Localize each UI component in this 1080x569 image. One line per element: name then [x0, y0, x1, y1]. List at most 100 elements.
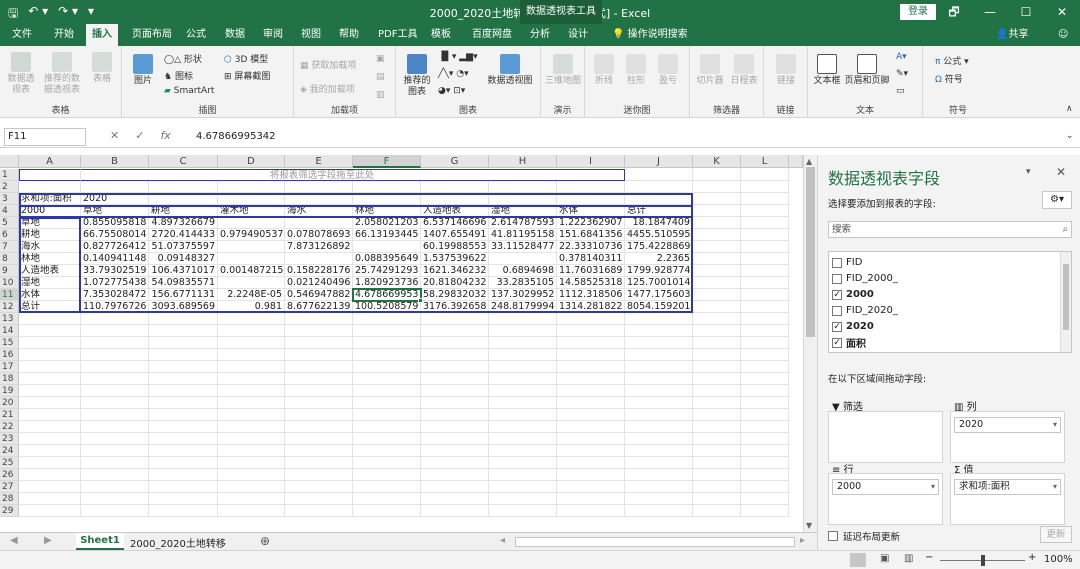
- picture-button[interactable]: 图片: [130, 54, 156, 87]
- select-all-corner[interactable]: [0, 155, 19, 168]
- column-header-L[interactable]: L: [741, 155, 789, 168]
- cell[interactable]: [149, 505, 218, 517]
- report-filter-drop-area[interactable]: 将报表筛选字段拖至此处: [19, 169, 625, 181]
- cell[interactable]: [421, 373, 489, 385]
- redo-icon[interactable]: ↷ ▾: [58, 4, 78, 25]
- slicer-button[interactable]: 切片器: [694, 54, 726, 87]
- cell[interactable]: [693, 253, 741, 265]
- cell[interactable]: [693, 193, 741, 205]
- column-header-H[interactable]: H: [489, 155, 557, 168]
- cell[interactable]: [285, 337, 353, 349]
- cell[interactable]: [421, 421, 489, 433]
- cell[interactable]: [149, 313, 218, 325]
- cell[interactable]: [625, 337, 693, 349]
- shapes-button[interactable]: ◯△ 形状: [164, 52, 202, 65]
- cell[interactable]: [218, 193, 285, 205]
- row-header-13[interactable]: 13: [0, 313, 19, 325]
- cell[interactable]: [81, 385, 149, 397]
- cell[interactable]: [693, 337, 741, 349]
- bing-maps-icon[interactable]: ▣: [376, 54, 385, 64]
- pivot-column-field[interactable]: 2020: [81, 193, 149, 205]
- values-zone[interactable]: 求和项:面积 ▾: [950, 473, 1065, 525]
- cell[interactable]: [741, 229, 789, 241]
- row-header-27[interactable]: 27: [0, 481, 19, 493]
- hscroll-left-icon[interactable]: ◂: [500, 535, 505, 546]
- cell[interactable]: [557, 493, 625, 505]
- save-icon[interactable]: 🖫: [8, 4, 18, 25]
- pivot-row-label[interactable]: 林地: [19, 253, 81, 265]
- cell[interactable]: [741, 493, 789, 505]
- pivot-value-cell[interactable]: 0.979490537: [218, 229, 285, 241]
- pivot-value-cell[interactable]: 8054.159201: [625, 301, 693, 313]
- cell[interactable]: [557, 313, 625, 325]
- pivot-value-cell[interactable]: 1.537539622: [421, 253, 489, 265]
- pivot-value-cell[interactable]: 20.81804232: [421, 277, 489, 289]
- cell[interactable]: [353, 385, 421, 397]
- cancel-icon[interactable]: ✕: [110, 129, 119, 142]
- cell[interactable]: [218, 433, 285, 445]
- pivot-column-header[interactable]: 林地: [353, 205, 421, 217]
- pivot-value-cell[interactable]: 1314.281822: [557, 301, 625, 313]
- sparkline-column-button[interactable]: 柱形: [621, 54, 651, 87]
- pivot-row-label[interactable]: 湿地: [19, 277, 81, 289]
- cell[interactable]: [19, 337, 81, 349]
- cell[interactable]: [218, 385, 285, 397]
- hscroll-right-icon[interactable]: ▸: [800, 535, 805, 546]
- cell[interactable]: [149, 385, 218, 397]
- cell[interactable]: [353, 421, 421, 433]
- pivot-column-header[interactable]: 人造地表: [421, 205, 489, 217]
- cell[interactable]: [489, 349, 557, 361]
- column-header-B[interactable]: B: [81, 155, 149, 168]
- signature-icon[interactable]: ✎▾: [896, 69, 908, 79]
- pivot-value-cell[interactable]: 3093.689569: [149, 301, 218, 313]
- row-header-25[interactable]: 25: [0, 457, 19, 469]
- cell[interactable]: [693, 373, 741, 385]
- row-header-21[interactable]: 21: [0, 409, 19, 421]
- expand-formula-icon[interactable]: ⌄: [1066, 131, 1074, 141]
- cell[interactable]: [19, 409, 81, 421]
- header-footer-button[interactable]: 页眉和页脚: [844, 54, 890, 87]
- cell[interactable]: [353, 373, 421, 385]
- pivot-column-header[interactable]: 草地: [81, 205, 149, 217]
- cell[interactable]: [489, 505, 557, 517]
- tab-design[interactable]: 设计: [562, 24, 594, 46]
- cell[interactable]: [421, 493, 489, 505]
- cell[interactable]: [557, 373, 625, 385]
- pivot-value-cell[interactable]: 106.4371017: [149, 265, 218, 277]
- cell[interactable]: [81, 313, 149, 325]
- cell[interactable]: [625, 493, 693, 505]
- row-header-16[interactable]: 16: [0, 349, 19, 361]
- share-button[interactable]: 👤共享: [990, 24, 1034, 46]
- sheet-next-icon[interactable]: ▶: [44, 535, 52, 546]
- pivot-value-cell[interactable]: 33.2835105: [489, 277, 557, 289]
- cell[interactable]: [625, 481, 693, 493]
- tab-baidu[interactable]: 百度网盘: [466, 24, 518, 46]
- field-item[interactable]: FID: [832, 255, 862, 270]
- worksheet-grid[interactable]: A B C D E F G H I J K L 1 2 3 4 5 6 7 8 9 10 11 12 13 14 15 16 17 18 1…: [0, 155, 803, 532]
- cell[interactable]: [741, 217, 789, 229]
- tab-template[interactable]: 模板: [425, 24, 457, 46]
- pivot-value-cell[interactable]: 0.855095818: [81, 217, 149, 229]
- field-checkbox[interactable]: ✓: [832, 337, 842, 348]
- cell[interactable]: [741, 457, 789, 469]
- field-item[interactable]: FID_2000_: [832, 271, 898, 286]
- sparkline-line-button[interactable]: 折线: [589, 54, 619, 87]
- row-header-2[interactable]: 2: [0, 181, 19, 193]
- pivot-value-cell[interactable]: 18.1847409: [625, 217, 693, 229]
- cell[interactable]: [19, 313, 81, 325]
- cell[interactable]: [218, 421, 285, 433]
- icons-button[interactable]: ♞ 图标: [164, 69, 193, 82]
- cell[interactable]: [149, 469, 218, 481]
- cell[interactable]: [421, 409, 489, 421]
- pivot-value-cell[interactable]: 248.8179994: [489, 301, 557, 313]
- cell[interactable]: [741, 193, 789, 205]
- column-header-D[interactable]: D: [218, 155, 285, 168]
- pivot-value-cell[interactable]: 4.678669953: [353, 289, 421, 301]
- tab-review[interactable]: 审阅: [257, 24, 289, 46]
- cell[interactable]: [741, 433, 789, 445]
- cell[interactable]: [353, 337, 421, 349]
- get-addins-button[interactable]: ▦ 获取加载项: [300, 58, 356, 71]
- cell[interactable]: [218, 181, 285, 193]
- cell[interactable]: [625, 433, 693, 445]
- cell[interactable]: [741, 349, 789, 361]
